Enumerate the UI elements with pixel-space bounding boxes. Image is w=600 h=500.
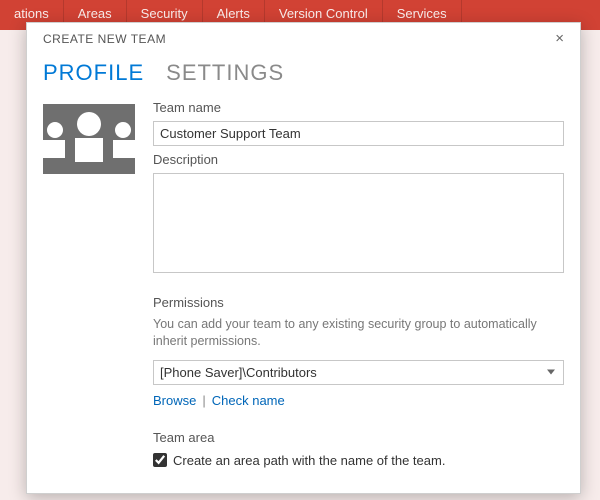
permissions-help-text: You can add your team to any existing se… [153, 316, 564, 350]
description-label: Description [153, 152, 564, 167]
team-area-label: Team area [153, 430, 564, 445]
team-area-checkbox[interactable] [153, 453, 167, 467]
team-name-label: Team name [153, 100, 564, 115]
team-avatar-icon [43, 104, 135, 174]
tab-profile[interactable]: PROFILE [43, 60, 144, 86]
permissions-label: Permissions [153, 295, 564, 310]
team-name-input[interactable] [153, 121, 564, 146]
create-team-dialog: CREATE NEW TEAM × PROFILE SETTINGS Team … [26, 22, 581, 494]
dialog-tabs: PROFILE SETTINGS [27, 50, 580, 100]
check-name-link[interactable]: Check name [212, 393, 285, 408]
team-area-checkbox-label: Create an area path with the name of the… [173, 453, 445, 468]
permissions-dropdown[interactable]: [Phone Saver]\Contributors [153, 360, 564, 385]
dialog-title: CREATE NEW TEAM [43, 32, 166, 46]
link-separator: | [202, 393, 205, 408]
permissions-value: [Phone Saver]\Contributors [160, 365, 317, 380]
dialog-header: CREATE NEW TEAM × [27, 23, 580, 50]
team-area-checkbox-row[interactable]: Create an area path with the name of the… [153, 453, 564, 468]
dialog-content: Team name Description Permissions You ca… [27, 100, 580, 493]
permissions-link-row: Browse | Check name [153, 393, 564, 408]
form-column: Team name Description Permissions You ca… [153, 100, 564, 477]
description-textarea[interactable] [153, 173, 564, 273]
tab-settings[interactable]: SETTINGS [166, 60, 284, 86]
close-icon[interactable]: × [551, 31, 568, 46]
browse-link[interactable]: Browse [153, 393, 196, 408]
